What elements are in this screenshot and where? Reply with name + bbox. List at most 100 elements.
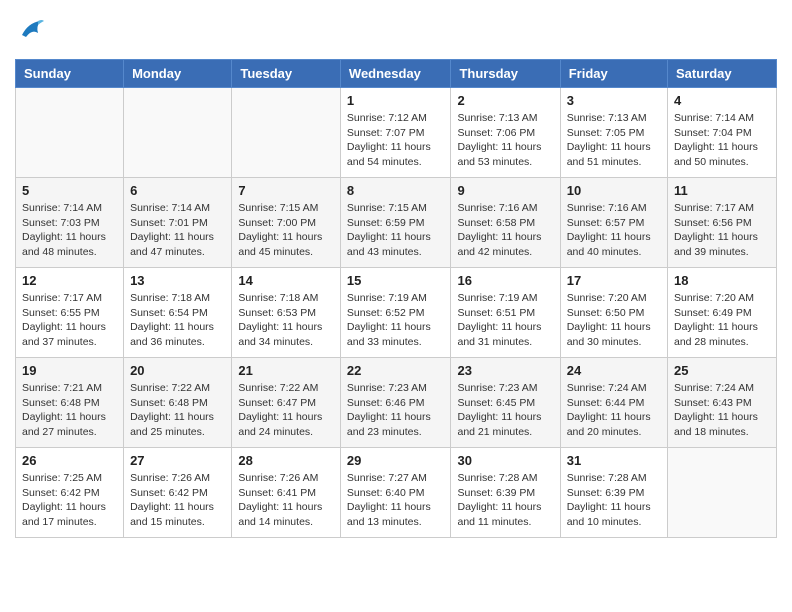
calendar-cell [124, 88, 232, 178]
calendar-cell: 6Sunrise: 7:14 AMSunset: 7:01 PMDaylight… [124, 178, 232, 268]
calendar-cell: 10Sunrise: 7:16 AMSunset: 6:57 PMDayligh… [560, 178, 667, 268]
calendar-cell: 11Sunrise: 7:17 AMSunset: 6:56 PMDayligh… [668, 178, 777, 268]
day-info: Sunrise: 7:12 AMSunset: 7:07 PMDaylight:… [347, 111, 445, 170]
day-number: 21 [238, 363, 334, 378]
calendar-cell: 29 Sunrise: 7:27 AMSunset: 6:40 PMDayligh… [340, 448, 451, 538]
day-number: 30 [457, 453, 553, 468]
day-number: 5 [22, 183, 117, 198]
calendar-cell: 14 Sunrise: 7:18 AMSunset: 6:53 PMDayligh… [232, 268, 341, 358]
column-header-wednesday: Wednesday [340, 60, 451, 88]
day-info: Sunrise: 7:16 AMSunset: 6:57 PMDaylight:… [567, 201, 661, 260]
day-info: Sunrise: 7:25 AMSunset: 6:42 PMDaylight:… [22, 471, 117, 530]
day-number: 29 [347, 453, 445, 468]
day-number: 24 [567, 363, 661, 378]
calendar-cell: 8 Sunrise: 7:15 AMSunset: 6:59 PMDaylight… [340, 178, 451, 268]
calendar-cell: 2 Sunrise: 7:13 AMSunset: 7:06 PMDaylight… [451, 88, 560, 178]
day-info: Sunrise: 7:24 AMSunset: 6:43 PMDaylight:… [674, 381, 770, 440]
day-info: Sunrise: 7:22 AMSunset: 6:48 PMDaylight:… [130, 381, 225, 440]
day-number: 16 [457, 273, 553, 288]
day-info: Sunrise: 7:16 AMSunset: 6:58 PMDaylight:… [457, 201, 553, 260]
day-number: 13 [130, 273, 225, 288]
day-info: Sunrise: 7:14 AMSunset: 7:04 PMDaylight:… [674, 111, 770, 170]
calendar-cell: 18 Sunrise: 7:20 AMSunset: 6:49 PMDayligh… [668, 268, 777, 358]
calendar-cell: 28 Sunrise: 7:26 AMSunset: 6:41 PMDayligh… [232, 448, 341, 538]
calendar-week-row: 5Sunrise: 7:14 AMSunset: 7:03 PMDaylight… [16, 178, 777, 268]
day-number: 1 [347, 93, 445, 108]
day-number: 12 [22, 273, 117, 288]
day-info: Sunrise: 7:22 AMSunset: 6:47 PMDaylight:… [238, 381, 334, 440]
day-info: Sunrise: 7:28 AMSunset: 6:39 PMDaylight:… [457, 471, 553, 530]
logo-bird-icon [18, 15, 46, 49]
calendar-cell: 22 Sunrise: 7:23 AMSunset: 6:46 PMDayligh… [340, 358, 451, 448]
calendar-week-row: 19 Sunrise: 7:21 AMSunset: 6:48 PMDayligh… [16, 358, 777, 448]
calendar-cell: 15 Sunrise: 7:19 AMSunset: 6:52 PMDayligh… [340, 268, 451, 358]
day-info: Sunrise: 7:18 AMSunset: 6:53 PMDaylight:… [238, 291, 334, 350]
day-number: 2 [457, 93, 553, 108]
calendar-cell: 7 Sunrise: 7:15 AMSunset: 7:00 PMDaylight… [232, 178, 341, 268]
column-header-tuesday: Tuesday [232, 60, 341, 88]
calendar-week-row: 12 Sunrise: 7:17 AMSunset: 6:55 PMDayligh… [16, 268, 777, 358]
calendar-cell: 30 Sunrise: 7:28 AMSunset: 6:39 PMDayligh… [451, 448, 560, 538]
day-number: 22 [347, 363, 445, 378]
day-info: Sunrise: 7:26 AMSunset: 6:41 PMDaylight:… [238, 471, 334, 530]
day-info: Sunrise: 7:13 AMSunset: 7:06 PMDaylight:… [457, 111, 553, 170]
day-info: Sunrise: 7:15 AMSunset: 6:59 PMDaylight:… [347, 201, 445, 260]
calendar-cell: 19 Sunrise: 7:21 AMSunset: 6:48 PMDayligh… [16, 358, 124, 448]
day-number: 6 [130, 183, 225, 198]
day-info: Sunrise: 7:18 AMSunset: 6:54 PMDaylight:… [130, 291, 225, 350]
calendar-cell: 25 Sunrise: 7:24 AMSunset: 6:43 PMDayligh… [668, 358, 777, 448]
day-info: Sunrise: 7:20 AMSunset: 6:49 PMDaylight:… [674, 291, 770, 350]
day-number: 25 [674, 363, 770, 378]
day-number: 17 [567, 273, 661, 288]
calendar-cell [668, 448, 777, 538]
logo [15, 15, 46, 49]
day-info: Sunrise: 7:23 AMSunset: 6:46 PMDaylight:… [347, 381, 445, 440]
calendar-cell: 16 Sunrise: 7:19 AMSunset: 6:51 PMDayligh… [451, 268, 560, 358]
day-info: Sunrise: 7:17 AMSunset: 6:55 PMDaylight:… [22, 291, 117, 350]
calendar-week-row: 26Sunrise: 7:25 AMSunset: 6:42 PMDayligh… [16, 448, 777, 538]
calendar-cell: 17 Sunrise: 7:20 AMSunset: 6:50 PMDayligh… [560, 268, 667, 358]
calendar-cell: 24 Sunrise: 7:24 AMSunset: 6:44 PMDayligh… [560, 358, 667, 448]
day-number: 28 [238, 453, 334, 468]
day-info: Sunrise: 7:26 AMSunset: 6:42 PMDaylight:… [130, 471, 225, 530]
calendar-header-row: SundayMondayTuesdayWednesdayThursdayFrid… [16, 60, 777, 88]
calendar-cell: 13 Sunrise: 7:18 AMSunset: 6:54 PMDayligh… [124, 268, 232, 358]
column-header-thursday: Thursday [451, 60, 560, 88]
day-number: 14 [238, 273, 334, 288]
day-number: 19 [22, 363, 117, 378]
day-info: Sunrise: 7:27 AMSunset: 6:40 PMDaylight:… [347, 471, 445, 530]
calendar-cell: 20Sunrise: 7:22 AMSunset: 6:48 PMDayligh… [124, 358, 232, 448]
day-number: 7 [238, 183, 334, 198]
calendar-cell: 9 Sunrise: 7:16 AMSunset: 6:58 PMDaylight… [451, 178, 560, 268]
calendar-cell: 5Sunrise: 7:14 AMSunset: 7:03 PMDaylight… [16, 178, 124, 268]
calendar-cell: 1 Sunrise: 7:12 AMSunset: 7:07 PMDaylight… [340, 88, 451, 178]
day-number: 11 [674, 183, 770, 198]
day-number: 4 [674, 93, 770, 108]
calendar-cell [16, 88, 124, 178]
day-number: 23 [457, 363, 553, 378]
column-header-friday: Friday [560, 60, 667, 88]
calendar-cell: 27Sunrise: 7:26 AMSunset: 6:42 PMDayligh… [124, 448, 232, 538]
calendar-cell: 31Sunrise: 7:28 AMSunset: 6:39 PMDayligh… [560, 448, 667, 538]
day-info: Sunrise: 7:19 AMSunset: 6:52 PMDaylight:… [347, 291, 445, 350]
day-info: Sunrise: 7:19 AMSunset: 6:51 PMDaylight:… [457, 291, 553, 350]
day-info: Sunrise: 7:23 AMSunset: 6:45 PMDaylight:… [457, 381, 553, 440]
column-header-sunday: Sunday [16, 60, 124, 88]
day-number: 18 [674, 273, 770, 288]
day-info: Sunrise: 7:24 AMSunset: 6:44 PMDaylight:… [567, 381, 661, 440]
day-number: 9 [457, 183, 553, 198]
day-info: Sunrise: 7:20 AMSunset: 6:50 PMDaylight:… [567, 291, 661, 350]
day-info: Sunrise: 7:13 AMSunset: 7:05 PMDaylight:… [567, 111, 661, 170]
column-header-saturday: Saturday [668, 60, 777, 88]
day-info: Sunrise: 7:15 AMSunset: 7:00 PMDaylight:… [238, 201, 334, 260]
calendar-cell: 4 Sunrise: 7:14 AMSunset: 7:04 PMDaylight… [668, 88, 777, 178]
day-info: Sunrise: 7:21 AMSunset: 6:48 PMDaylight:… [22, 381, 117, 440]
calendar-week-row: 1 Sunrise: 7:12 AMSunset: 7:07 PMDaylight… [16, 88, 777, 178]
calendar-cell: 3 Sunrise: 7:13 AMSunset: 7:05 PMDaylight… [560, 88, 667, 178]
calendar-table: SundayMondayTuesdayWednesdayThursdayFrid… [15, 59, 777, 538]
day-number: 8 [347, 183, 445, 198]
day-number: 31 [567, 453, 661, 468]
day-number: 3 [567, 93, 661, 108]
calendar-cell: 23 Sunrise: 7:23 AMSunset: 6:45 PMDayligh… [451, 358, 560, 448]
day-number: 15 [347, 273, 445, 288]
